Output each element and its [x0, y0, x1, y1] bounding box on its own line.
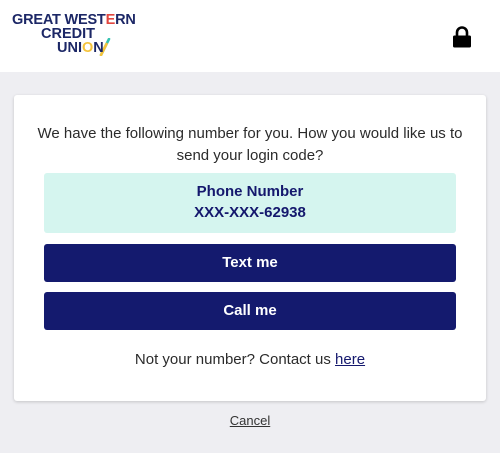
- site-header: GREAT WESTERN CREDIT UNION: [0, 0, 500, 72]
- delivery-prompt: We have the following number for you. Ho…: [37, 125, 463, 164]
- contact-prefix: Not your number? Contact us: [134, 351, 336, 368]
- logo-line-3: UNION: [57, 40, 104, 56]
- phone-number-box: Phone Number XXX-XXX-62938: [44, 173, 456, 233]
- login-code-card: We have the following number for you. Ho…: [14, 95, 486, 401]
- phone-number-value: XXX-XXX-62938: [194, 204, 306, 221]
- logo-line-1: GREAT WESTERN: [12, 12, 136, 28]
- logo-line-2: CREDIT: [41, 26, 95, 42]
- lock-icon: [453, 26, 471, 48]
- contact-line: Not your number? Contact us here: [14, 351, 486, 368]
- cancel-area: Cancel: [0, 413, 500, 428]
- gwcu-logo[interactable]: GREAT WESTERN CREDIT UNION: [12, 13, 137, 59]
- cancel-link[interactable]: Cancel: [230, 413, 270, 428]
- text-me-button[interactable]: Text me: [44, 244, 456, 282]
- phone-number-label: Phone Number: [196, 183, 304, 200]
- contact-here-link[interactable]: here: [335, 351, 365, 368]
- call-me-button[interactable]: Call me: [44, 292, 456, 330]
